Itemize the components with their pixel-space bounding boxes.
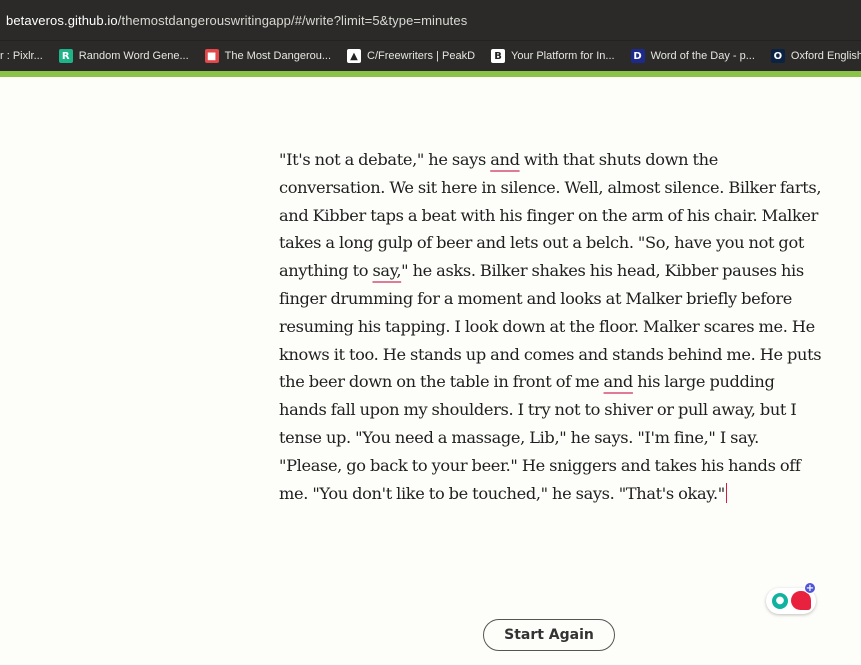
url-path: /themostdangerouswritingapp/#/write?limi… [117, 12, 468, 28]
grammar-assistant-widget[interactable]: ● + [766, 582, 816, 614]
text-caret [725, 482, 728, 503]
bookmark-item[interactable]: R Random Word Gene... [51, 49, 197, 63]
bookmark-label: r : Pixlr... [0, 50, 43, 62]
plus-icon: + [804, 582, 816, 594]
bookmark-label: Oxford English Dic [790, 50, 861, 62]
writing-area[interactable]: "It's not a debate," he says and with th… [279, 146, 824, 507]
bookmark-favicon-icon: ▲ [347, 49, 362, 63]
start-again-button[interactable]: Start Again [483, 619, 615, 651]
bookmark-item[interactable]: ▲ C/Freewriters | PeakD [339, 49, 483, 63]
bookmark-label: Word of the Day - p... [650, 50, 755, 62]
spellcheck-flagged-word: and [490, 150, 520, 169]
url-domain: betaveros.github.io [6, 12, 118, 28]
bookmark-item[interactable]: D Word of the Day - p... [623, 49, 763, 63]
address-bar[interactable]: betaveros.github.io/themostdangerouswrit… [0, 0, 861, 40]
bookmark-label: The Most Dangerou... [224, 50, 332, 62]
bookmark-favicon-icon: B [491, 49, 506, 63]
spellcheck-flagged-word: and [603, 372, 634, 392]
bookmark-item[interactable]: B Your Platform for In... [483, 49, 623, 63]
bookmark-favicon-icon: O [770, 49, 785, 63]
bookmark-label: Your Platform for In... [511, 50, 615, 62]
writing-text: his large pudding hands fall upon my sho… [279, 372, 801, 503]
bookmark-favicon-icon: D [630, 49, 645, 63]
writing-text: "It's not a debate," he says [279, 150, 491, 169]
bookmark-favicon-icon: ■ [204, 49, 219, 63]
spellcheck-flagged-word: say, [372, 261, 402, 281]
bookmark-label: C/Freewriters | PeakD [367, 50, 476, 62]
bookmark-label: Random Word Gene... [78, 50, 189, 62]
lightbulb-icon: ● [772, 593, 788, 609]
bookmark-item[interactable]: r : Pixlr... [0, 50, 51, 62]
bookmark-item[interactable]: O Oxford English Dic [763, 49, 861, 63]
bookmark-favicon-icon: R [58, 49, 73, 63]
bookmark-item[interactable]: ■ The Most Dangerou... [197, 49, 339, 63]
writing-page: "It's not a debate," he says and with th… [0, 77, 861, 665]
bookmarks-bar: r : Pixlr... R Random Word Gene... ■ The Mos… [0, 40, 861, 71]
